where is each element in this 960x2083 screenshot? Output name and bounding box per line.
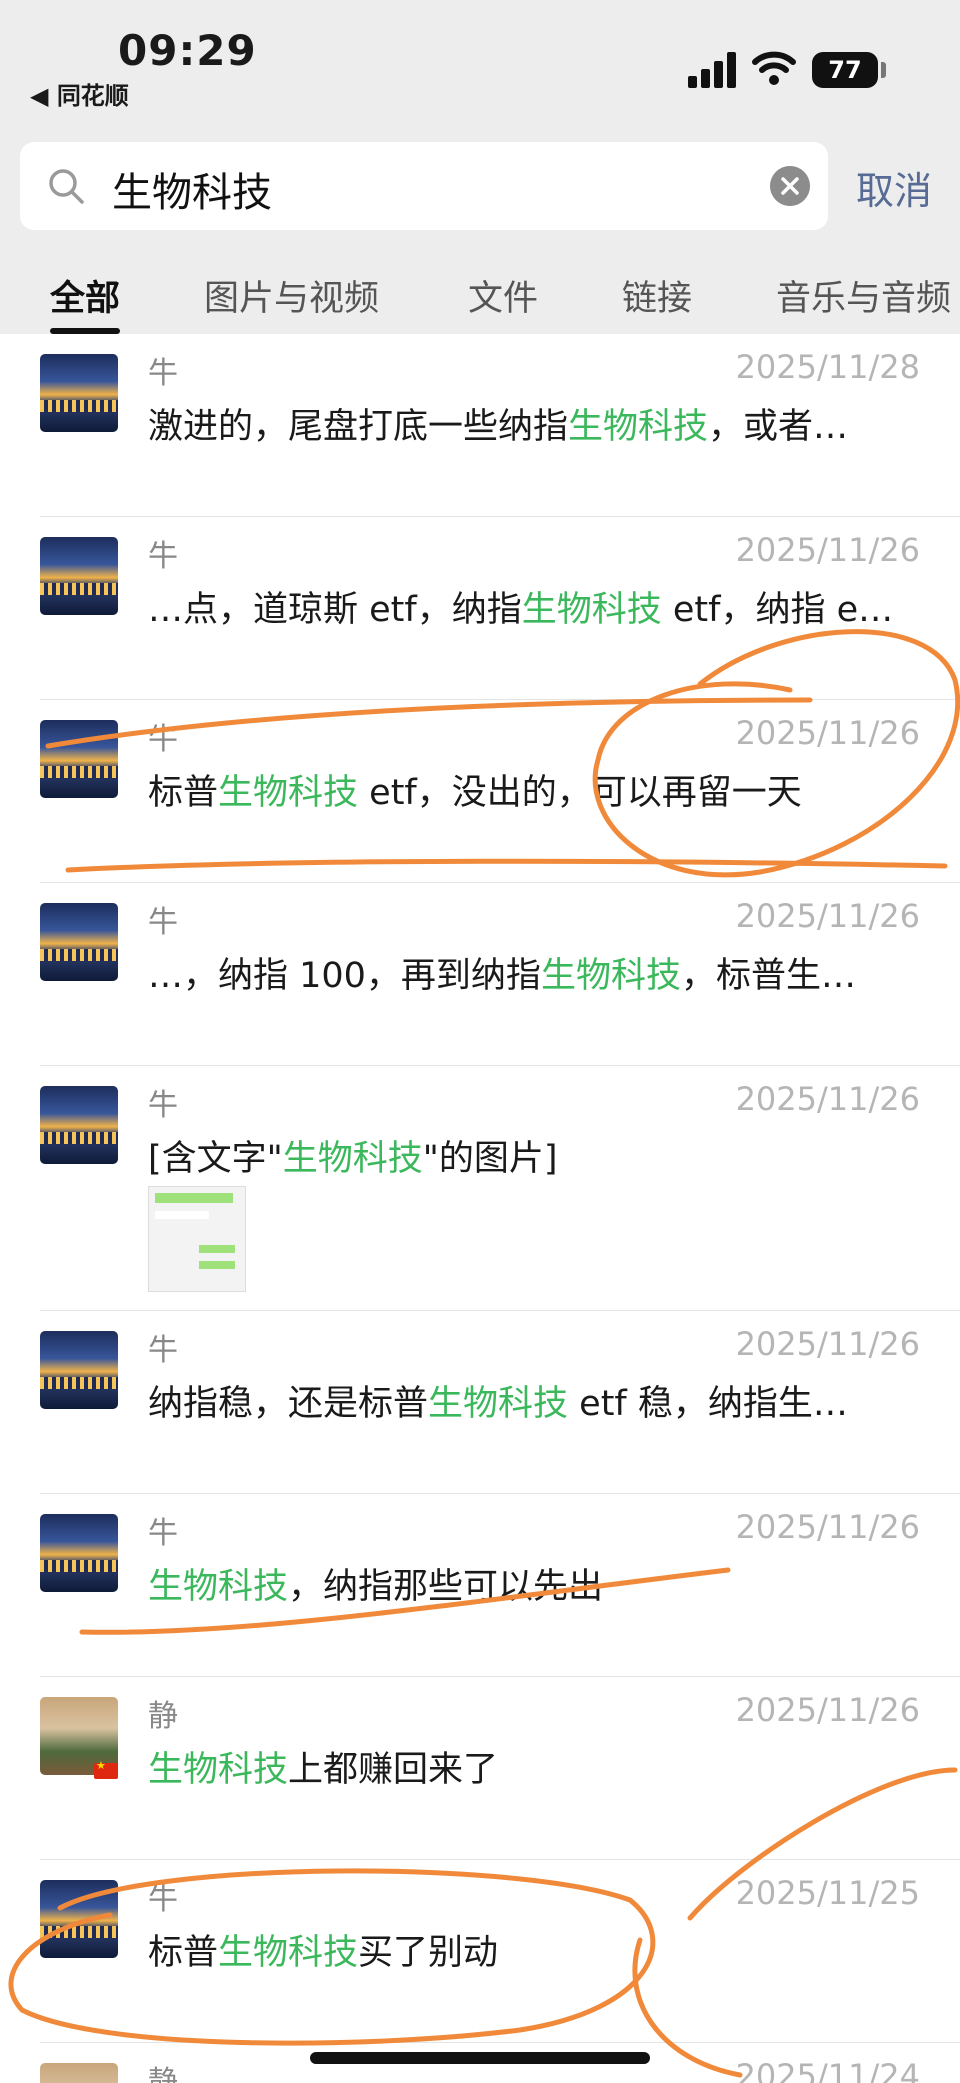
tab-music-audio[interactable]: 音乐与音频 [776,270,951,321]
sender-name: 牛 [148,722,178,757]
clear-search-icon[interactable] [770,166,810,206]
battery-tip [881,62,886,78]
message-date: 2025/11/26 [735,1691,920,1729]
snippet-text: 买了别动 [358,1933,499,1973]
message-date: 2025/11/26 [735,531,920,569]
avatar[interactable] [40,720,118,798]
message-snippet: 标普生物科技 etf，没出的，可以再留一天 [148,764,908,815]
search-bar[interactable]: 生物科技 [20,142,828,230]
cancel-button[interactable]: 取消 [856,160,932,215]
snippet-text: "的图片] [422,1139,558,1179]
message-snippet: 生物科技上都赚回来了 [148,1741,908,1792]
message-snippet: …点，道琼斯 etf，纳指生物科技 etf，纳指 e… [148,581,908,632]
snippet-text: 上都赚回来了 [288,1750,499,1790]
search-icon [49,169,84,204]
result-item[interactable]: 牛 2025/11/26 纳指稳，还是标普生物科技 etf 稳，纳指生… [0,1311,960,1494]
sender-name: 牛 [148,1088,178,1123]
avatar[interactable] [40,1514,118,1592]
avatar[interactable] [40,1331,118,1409]
snippet-text: ，纳指那些可以先出 [288,1567,604,1607]
result-item[interactable]: 牛 2025/11/26 …，纳指 100，再到纳指生物科技，标普生… [0,883,960,1066]
message-snippet: [含文字"生物科技"的图片] [148,1130,908,1181]
result-item[interactable]: 牛 2025/11/26 …点，道琼斯 etf，纳指生物科技 etf，纳指 e… [0,517,960,700]
keyword-highlight: 生物科技 [218,1933,359,1973]
message-snippet: 生物科技，纳指那些可以先出 [148,1558,908,1609]
sender-name: 牛 [148,1333,178,1368]
message-date: 2025/11/26 [735,897,920,935]
result-item[interactable]: 牛 2025/11/26 [含文字"生物科技"的图片] [0,1066,960,1311]
sender-name: 静 [148,1699,178,1734]
keyword-highlight: 生物科技 [148,1567,289,1607]
back-to-app-link[interactable]: ◀ 同花顺 [30,76,129,111]
avatar[interactable] [40,903,118,981]
result-item[interactable]: 牛 2025/11/26 生物科技，纳指那些可以先出 [0,1494,960,1677]
snippet-text: 标普 [148,773,219,813]
image-thumbnail[interactable] [148,1186,246,1292]
snippet-text: etf，没出的，可以再留一天 [358,773,802,813]
snippet-text: …点，道琼斯 etf，纳指 [148,590,522,630]
message-snippet: 激进的，尾盘打底一些纳指生物科技，或者… [148,398,908,449]
sender-name: 牛 [148,356,178,391]
tab-links[interactable]: 链接 [622,270,692,321]
china-flag-icon [94,1759,118,1779]
result-item[interactable]: 牛 2025/11/26 标普生物科技 etf，没出的，可以再留一天 [0,700,960,883]
sender-name: 牛 [148,539,178,574]
status-time: 09:29 [118,26,257,75]
keyword-highlight: 生物科技 [568,407,709,447]
snippet-text: etf，纳指 e… [661,590,894,630]
snippet-text: ，标普生… [680,956,856,996]
avatar[interactable] [40,354,118,432]
message-date: 2025/11/26 [735,1325,920,1363]
keyword-highlight: 生物科技 [521,590,662,630]
header-area: 09:29 ◀ 同花顺 77 生物科技 取消 全部 图片与视频 文件 链接 音乐… [0,0,960,334]
filter-tabs: 全部 图片与视频 文件 链接 音乐与音频 [0,266,960,334]
message-date: 2025/11/26 [735,1508,920,1546]
result-item[interactable]: 静 2025/11/26 生物科技上都赚回来了 [0,1677,960,1860]
avatar[interactable] [40,2063,118,2083]
snippet-text: ，或者… [708,407,849,447]
sender-name: 牛 [148,905,178,940]
snippet-text: 标普 [148,1933,219,1973]
keyword-highlight: 生物科技 [148,1750,289,1790]
home-indicator [310,2052,650,2064]
avatar[interactable] [40,537,118,615]
message-snippet: 纳指稳，还是标普生物科技 etf 稳，纳指生… [148,1375,908,1426]
tab-images-videos[interactable]: 图片与视频 [204,270,379,321]
message-date: 2025/11/28 [735,348,920,386]
sender-name: 牛 [148,1516,178,1551]
snippet-text: [含文字" [148,1139,283,1179]
sender-name: 牛 [148,1882,178,1917]
result-item[interactable]: 牛 2025/11/28 激进的，尾盘打底一些纳指生物科技，或者… [0,334,960,517]
snippet-text: …，纳指 100，再到纳指 [148,956,541,996]
keyword-highlight: 生物科技 [282,1139,423,1179]
keyword-highlight: 生物科技 [540,956,681,996]
search-input[interactable]: 生物科技 [112,160,272,218]
snippet-text: etf 稳，纳指生… [568,1384,848,1424]
avatar[interactable] [40,1086,118,1164]
battery-indicator: 77 [812,52,878,88]
message-date: 2025/11/25 [735,1874,920,1912]
keyword-highlight: 生物科技 [218,773,359,813]
message-date: 2025/11/26 [735,714,920,752]
wifi-icon [752,51,796,85]
sender-name: 静 [148,2065,178,2083]
cellular-signal-icon [688,52,736,88]
result-item[interactable]: 牛 2025/11/25 标普生物科技买了别动 [0,1860,960,2043]
message-date: 2025/11/26 [735,1080,920,1118]
tab-files[interactable]: 文件 [468,270,538,321]
snippet-text: 激进的，尾盘打底一些纳指 [148,407,569,447]
keyword-highlight: 生物科技 [428,1384,569,1424]
avatar[interactable] [40,1880,118,1958]
snippet-text: 纳指稳，还是标普 [148,1384,429,1424]
tab-all[interactable]: 全部 [50,270,120,321]
message-snippet: 标普生物科技买了别动 [148,1924,908,1975]
message-date: 2025/11/24 [735,2057,920,2083]
message-snippet: …，纳指 100，再到纳指生物科技，标普生… [148,947,908,998]
